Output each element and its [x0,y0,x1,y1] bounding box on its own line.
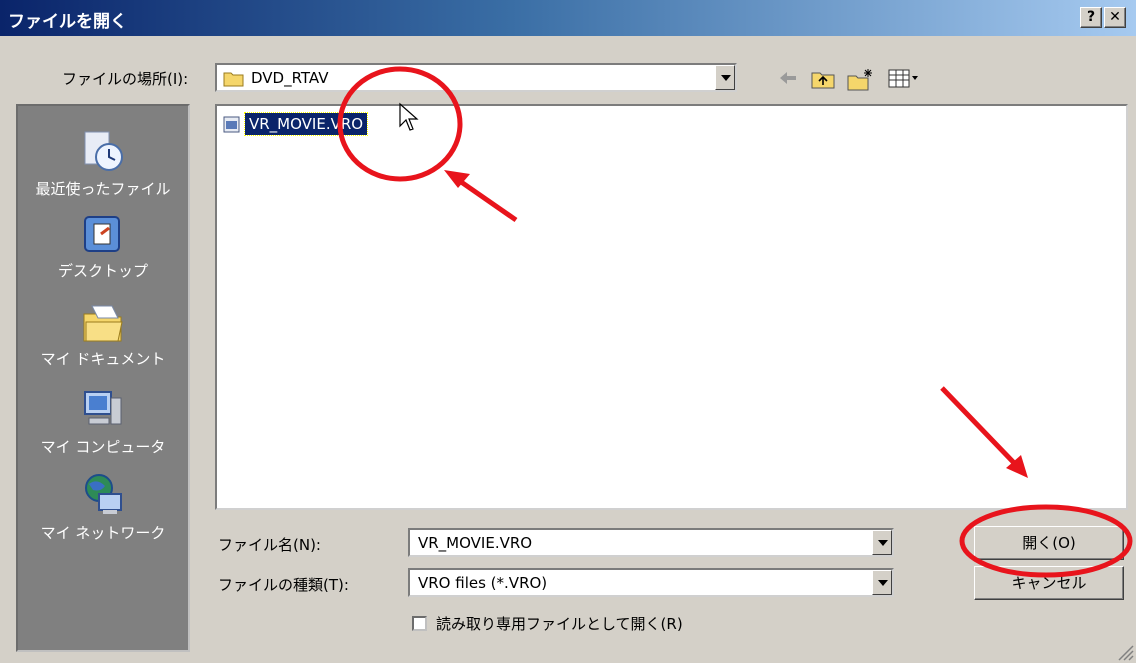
desktop-icon [84,216,120,252]
mouse-cursor-icon [399,102,419,131]
window-title: ファイルを開く [8,12,127,32]
my-network-icon [85,474,122,514]
title-bar: ファイルを開く ? ✕ [0,0,1136,36]
location-label: ファイルの場所(I): [62,70,189,88]
up-folder-icon[interactable] [810,68,836,90]
location-value: DVD_RTAV [251,69,329,87]
close-button[interactable]: ✕ [1104,7,1126,28]
location-dropdown-button[interactable] [715,65,735,90]
place-desktop[interactable]: デスクトップ [18,214,188,281]
view-menu-icon[interactable] [888,68,920,90]
file-name: VR_MOVIE.VRO [243,112,369,136]
filename-input[interactable]: VR_MOVIE.VRO [408,528,894,557]
filename-label: ファイル名(N): [218,536,321,554]
places-bar: 最近使ったファイル デスクトップ マイ ドキュメント マイ コンピュータ マイ … [16,104,190,652]
folder-icon [223,72,244,87]
recent-files-icon [84,131,123,171]
help-button[interactable]: ? [1080,7,1102,28]
place-computer[interactable]: マイ コンピュータ [18,388,188,457]
place-label-desktop: デスクトップ [57,262,148,280]
location-combo[interactable]: DVD_RTAV [215,63,737,92]
new-folder-icon[interactable] [846,68,874,92]
file-icon [223,116,240,133]
my-documents-icon [83,305,123,342]
place-label-documents: マイ ドキュメント [40,350,166,368]
filetype-label: ファイルの種類(T): [218,576,349,594]
filetype-value: VRO files (*.VRO) [418,574,548,592]
cancel-button[interactable]: キャンセル [974,566,1124,600]
place-recent[interactable]: 最近使ったファイル [18,130,188,199]
readonly-checkbox[interactable] [412,616,427,631]
place-label-recent: 最近使ったファイル [35,180,171,198]
place-documents[interactable]: マイ ドキュメント [18,302,188,369]
filename-dropdown-button[interactable] [872,530,892,555]
place-network[interactable]: マイ ネットワーク [18,472,188,543]
open-button[interactable]: 開く(O) [974,526,1124,560]
my-computer-icon [84,391,122,425]
readonly-label: 読み取り専用ファイルとして開く(R) [436,615,683,633]
back-icon[interactable] [776,68,800,88]
file-list[interactable]: VR_MOVIE.VRO [215,104,1128,510]
open-file-dialog: ファイルを開く ? ✕ ファイルの場所(I): DVD_RTAV 最近使ったファ… [0,0,1136,663]
place-label-network: マイ ネットワーク [40,524,166,542]
place-label-computer: マイ コンピュータ [40,438,166,456]
filetype-select[interactable]: VRO files (*.VRO) [408,568,894,597]
filetype-dropdown-button[interactable] [872,570,892,595]
filename-value: VR_MOVIE.VRO [418,534,533,552]
resize-grip-icon[interactable] [1114,641,1134,661]
